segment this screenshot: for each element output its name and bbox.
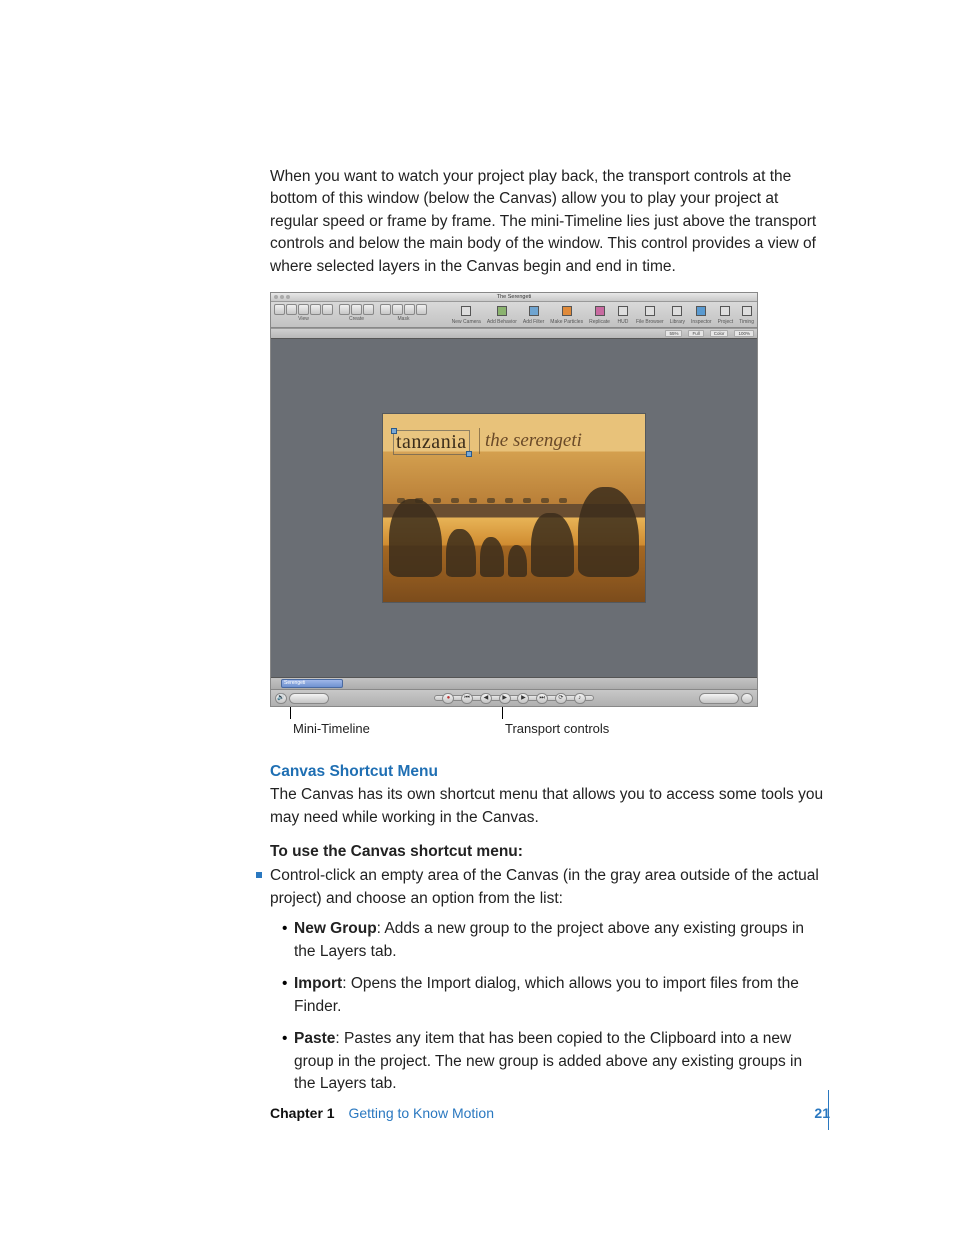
play-button: ▶ — [499, 693, 511, 704]
step-forward-button: ▶ — [517, 693, 529, 704]
duration-display — [699, 693, 739, 704]
timecode-display — [289, 693, 329, 704]
sub-bullet-import: Import: Opens the Import dialog, which a… — [282, 973, 826, 1018]
callout-mini-timeline: Mini-Timeline — [293, 721, 370, 736]
section-heading: Canvas Shortcut Menu — [270, 763, 826, 781]
sub-bullet-paste: Paste: Pastes any item that has been cop… — [282, 1028, 826, 1095]
transport-bar: 🔊 ● ⏮ ◀ ▶ ▶ ⏭ ⟳ ♪ — [271, 690, 757, 706]
intro-paragraph: When you want to watch your project play… — [270, 166, 826, 278]
record-button: ● — [442, 693, 454, 704]
options-bar: 55% Full Color 100% — [271, 328, 757, 338]
loop-toggle — [741, 693, 753, 704]
canvas-area: tanzania the serengeti — [271, 338, 757, 678]
screenshot-figure: The Serengeti View Create Mask New Camer… — [270, 292, 758, 743]
loop-button: ⟳ — [555, 693, 567, 704]
page-number: 21 — [814, 1105, 830, 1121]
mini-timeline: Serengeti — [271, 678, 757, 690]
canvas-text-primary: tanzania — [393, 430, 470, 455]
chapter-title: Getting to Know Motion — [348, 1105, 494, 1121]
bullet-icon — [256, 872, 262, 878]
transport-controls: ● ⏮ ◀ ▶ ▶ ⏭ ⟳ ♪ — [434, 695, 594, 701]
sub-bullet-new-group: New Group: Adds a new group to the proje… — [282, 918, 826, 963]
toolbar-group-mask: Mask — [380, 304, 427, 322]
toolbar-group-view: View — [274, 304, 333, 322]
traffic-lights — [274, 295, 290, 299]
page-footer: Chapter 1 Getting to Know Motion 21 — [270, 1105, 830, 1121]
timeline-clip: Serengeti — [281, 679, 343, 688]
toolbar-group-create: Create — [339, 304, 374, 322]
toolbar: View Create Mask New Camera Add Behavior… — [271, 302, 757, 328]
app-window: The Serengeti View Create Mask New Camer… — [270, 292, 758, 707]
go-to-start-button: ⏮ — [461, 693, 473, 704]
window-title: The Serengeti — [497, 294, 532, 300]
section-intro: The Canvas has its own shortcut menu tha… — [270, 784, 826, 829]
main-bullet: Control-click an empty area of the Canva… — [270, 865, 826, 1095]
go-to-end-button: ⏭ — [536, 693, 548, 704]
howto-heading: To use the Canvas shortcut menu: — [270, 843, 826, 861]
artboard: tanzania the serengeti — [383, 414, 645, 602]
step-back-button: ◀ — [480, 693, 492, 704]
canvas-text-secondary: the serengeti — [485, 430, 582, 452]
chapter-label: Chapter 1 — [270, 1105, 335, 1121]
audio-icon: 🔊 — [275, 693, 287, 704]
mute-button: ♪ — [574, 693, 586, 704]
window-titlebar: The Serengeti — [271, 293, 757, 302]
callout-transport: Transport controls — [505, 721, 609, 736]
